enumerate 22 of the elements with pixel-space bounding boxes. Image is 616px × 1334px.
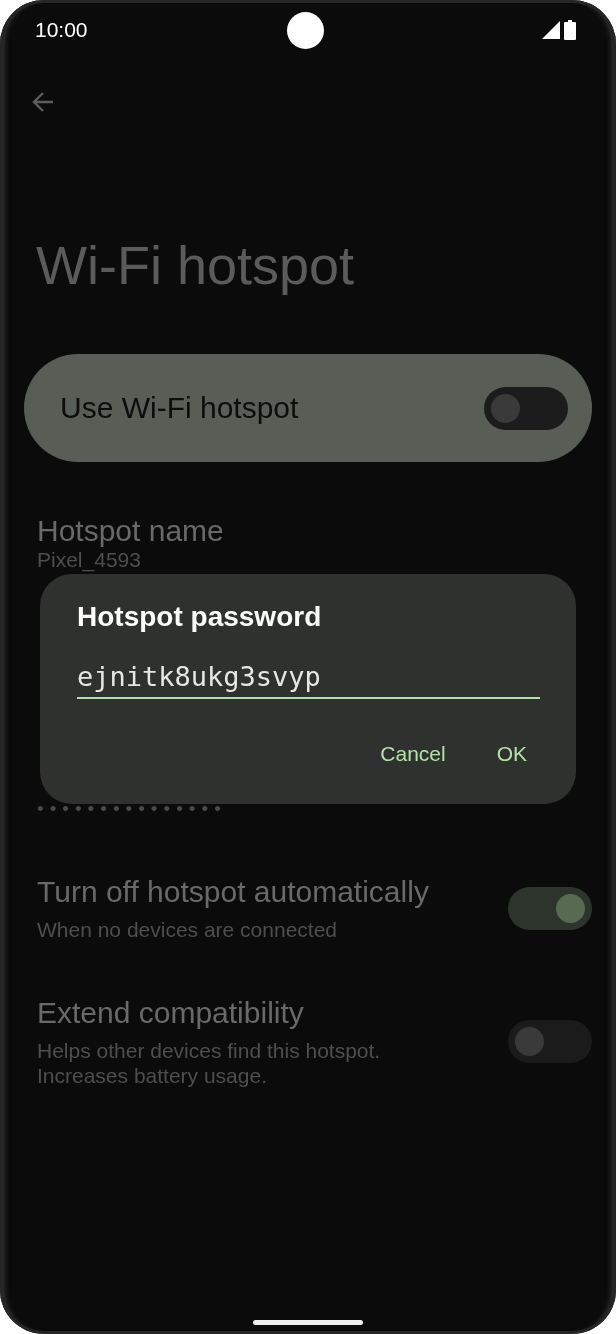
password-field[interactable]: ejnitk8ukg3svyp [77, 656, 540, 699]
setting-title: Hotspot name [37, 513, 224, 549]
status-time: 10:00 [35, 18, 88, 42]
use-hotspot-label: Use Wi-Fi hotspot [60, 391, 299, 425]
confirm-button[interactable]: OK [482, 734, 541, 774]
setting-title: Extend compatibility [37, 995, 304, 1031]
setting-title: Turn off hotspot automatically [37, 874, 429, 910]
toggle-switch[interactable] [484, 386, 568, 430]
setting-summary: Pixel_4593 [37, 549, 141, 570]
signal-icon [542, 21, 560, 39]
toggle-switch[interactable] [508, 886, 592, 930]
toggle-switch[interactable] [508, 1020, 592, 1063]
battery-icon [564, 20, 576, 40]
cancel-button[interactable]: Cancel [366, 734, 460, 774]
page-title: Wi-Fi hotspot [36, 235, 355, 295]
setting-summary: When no devices are connected [37, 917, 338, 942]
back-arrow-icon [31, 90, 55, 114]
gesture-bar[interactable] [253, 1320, 363, 1325]
masked-password: ••••••••••••••• [37, 797, 227, 821]
setting-summary: Helps other devices find this hotspot. Increases battery usage. [37, 1038, 382, 1088]
dialog-title: Hotspot password [77, 600, 322, 634]
camera-cutout-icon [287, 11, 324, 49]
